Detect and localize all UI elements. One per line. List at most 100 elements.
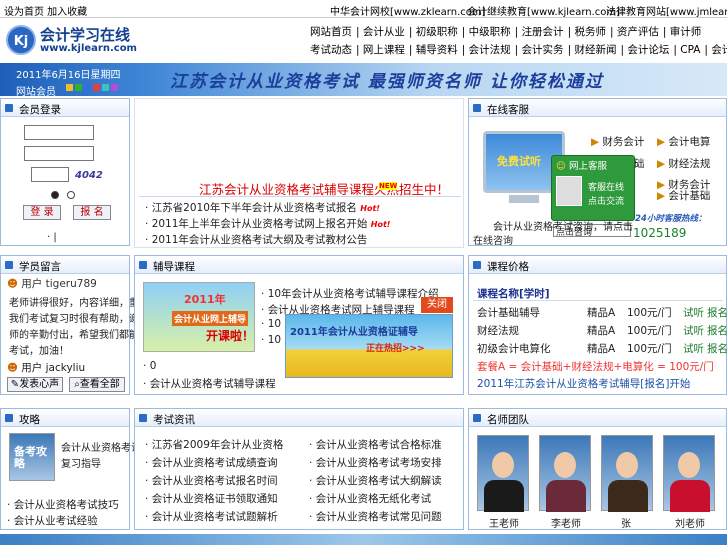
course-item[interactable]: · 10 bbox=[261, 318, 281, 330]
exam-item[interactable]: · 江苏省2009年会计从业资格 bbox=[145, 437, 283, 452]
exam-item[interactable]: · 会计从业资格考试考场安排 bbox=[309, 455, 442, 470]
exam-item[interactable]: · 会计从业资格考试合格标准 bbox=[309, 437, 442, 452]
site-logo-icon[interactable]: Kj bbox=[6, 25, 36, 55]
top-link-2[interactable]: 会计继续教育[www.kjlearn.com] bbox=[467, 3, 620, 18]
nav-item[interactable]: CPA bbox=[680, 44, 700, 56]
nav-item[interactable]: 税务师 bbox=[574, 26, 606, 38]
post-button[interactable]: ✎发表心声 bbox=[7, 377, 63, 392]
course-item[interactable]: · 0 bbox=[143, 360, 156, 372]
close-ad-button[interactable]: 关闭 bbox=[421, 297, 453, 313]
captcha-input[interactable] bbox=[31, 167, 69, 182]
tips-item[interactable]: · 会计从业资格考试技巧 bbox=[7, 497, 119, 512]
bullet-icon bbox=[473, 104, 481, 112]
news-item[interactable]: · 江苏省2010年下半年会计从业资格考试报名 Hot! bbox=[145, 200, 380, 215]
radio-option-2[interactable] bbox=[67, 191, 75, 199]
hotline-number: 1025189 bbox=[633, 226, 687, 240]
nav-item[interactable]: 会计电算 bbox=[711, 44, 727, 56]
theme-swatch-icon[interactable] bbox=[66, 84, 73, 91]
bullet-icon bbox=[5, 104, 13, 112]
panel-title: 考试资讯 bbox=[153, 414, 195, 426]
teacher-name[interactable]: 李老师 bbox=[551, 515, 581, 530]
bullet-icon bbox=[473, 414, 481, 422]
teacher-photo[interactable] bbox=[663, 435, 715, 512]
exam-item[interactable]: · 会计从业资格考试试题解析 bbox=[145, 509, 278, 524]
trial-link[interactable]: 试听 bbox=[683, 305, 704, 320]
exam-item[interactable]: · 会计从业资格考试常见问题 bbox=[309, 509, 442, 524]
nav-item[interactable]: 审计师 bbox=[670, 26, 702, 38]
main-nav-row2: 考试动态 | 网上课程 | 辅导资料 | 会计法规 | 会计实务 | 财经新闻 | 会计论坛… bbox=[310, 42, 727, 57]
teacher-name[interactable]: 张 bbox=[621, 515, 631, 530]
signup-link[interactable]: 报名 bbox=[707, 323, 727, 338]
price-footnote[interactable]: 2011年江苏会计从业资格考试辅导[报名]开始 bbox=[477, 376, 690, 391]
theme-swatch-icon[interactable] bbox=[75, 84, 82, 91]
nav-item[interactable]: 注册会计 bbox=[522, 26, 564, 38]
nav-item[interactable]: 会计法规 bbox=[469, 44, 511, 56]
signup-link[interactable]: 报名 bbox=[707, 341, 727, 356]
service-menu-item[interactable]: ▶ 会计电算 bbox=[657, 134, 710, 149]
theme-swatch-icon[interactable] bbox=[102, 84, 109, 91]
exam-item[interactable]: · 会计从业资格无纸化考试 bbox=[309, 491, 431, 506]
nav-item[interactable]: 初级职称 bbox=[416, 26, 458, 38]
forum-user[interactable]: ☻ 用户 jackyliu bbox=[7, 360, 85, 375]
nav-item[interactable]: 会计论坛 bbox=[627, 44, 669, 56]
exam-item[interactable]: · 会计从业资格考试报名时间 bbox=[145, 473, 278, 488]
nav-item[interactable]: 网上课程 bbox=[363, 44, 405, 56]
login-button[interactable]: 登 录 bbox=[23, 205, 61, 220]
chat-action[interactable]: 点击交流 bbox=[588, 194, 624, 207]
service-note2[interactable]: 在线咨询 bbox=[473, 232, 513, 247]
course-promo-image[interactable]: 2011年 会计从业网上辅导 开课啦！ bbox=[143, 282, 255, 352]
service-menu-item[interactable]: ▶ 财经法规 bbox=[657, 156, 710, 171]
course-item[interactable]: · 10年会计从业资格考试辅导课程介绍 bbox=[261, 286, 439, 301]
nav-item[interactable]: 会计从业 bbox=[363, 26, 405, 38]
exam-item[interactable]: · 会计从业资格证书领取通知 bbox=[145, 491, 278, 506]
exam-item[interactable]: · 会计从业资格考试大纲解读 bbox=[309, 473, 442, 488]
set-home-link[interactable]: 设为首页 加入收藏 bbox=[4, 3, 87, 18]
trial-text[interactable]: 免费试听 bbox=[497, 153, 541, 169]
news-item[interactable]: · 2011年会计从业资格考试大纲及考试教材公告 bbox=[145, 232, 367, 247]
nav-item[interactable]: 考试动态 bbox=[310, 44, 352, 56]
tips-image[interactable]: 备考攻略 bbox=[9, 433, 55, 481]
teacher-photo[interactable] bbox=[477, 435, 529, 512]
banner-slogan: 江苏会计从业资格考试 最强师资名师 让你轻松通过 bbox=[170, 72, 604, 92]
top-link-1[interactable]: 中华会计网校[www.zklearn.com] bbox=[330, 3, 486, 18]
signup-link[interactable]: 报名 bbox=[707, 305, 727, 320]
service-menu-item[interactable]: ▶ 财务会计 bbox=[591, 134, 644, 149]
new-badge: NEW bbox=[379, 182, 398, 190]
news-item[interactable]: · 2011年上半年会计从业资格考试网上报名开始 Hot! bbox=[145, 216, 390, 231]
trial-link[interactable]: 试听 bbox=[683, 323, 704, 338]
forum-user[interactable]: ☻ 用户 tigeru789 bbox=[7, 276, 97, 291]
member-login-link[interactable]: 网站会员 bbox=[16, 83, 56, 98]
tips-item[interactable]: · 会计从业考试经验 bbox=[7, 513, 98, 528]
view-all-button[interactable]: ⌕查看全部 bbox=[69, 377, 125, 392]
theme-swatch-icon[interactable] bbox=[111, 84, 118, 91]
password-input[interactable] bbox=[24, 146, 94, 161]
nav-item[interactable]: 辅导资料 bbox=[416, 44, 458, 56]
trial-link[interactable]: 试听 bbox=[683, 341, 704, 356]
service-menu-item[interactable]: ▶ 会计基础 bbox=[657, 188, 710, 203]
teacher-photo[interactable] bbox=[539, 435, 591, 512]
nav-item[interactable]: 网站首页 bbox=[310, 26, 352, 38]
username-input[interactable] bbox=[24, 125, 94, 140]
register-button[interactable]: 报 名 bbox=[73, 205, 111, 220]
nav-item[interactable]: 会计实务 bbox=[522, 44, 564, 56]
floating-ad[interactable]: 2011年会计从业资格证辅导 正在热招>>> bbox=[285, 314, 453, 378]
service-note: 会计从业资格考试咨询，请点击 bbox=[493, 222, 633, 233]
nav-item[interactable]: 中级职称 bbox=[469, 26, 511, 38]
top-link-3[interactable]: 法律教育网站[www.jmlearn.com] bbox=[606, 3, 727, 18]
teacher-photo[interactable] bbox=[601, 435, 653, 512]
price-table-header: 课程名称[学时] bbox=[477, 288, 550, 300]
course-panel: 辅导课程 2011年 会计从业网上辅导 开课啦！ · 10年会计从业资格考试辅导… bbox=[134, 255, 464, 395]
live-chat-widget[interactable]: ☺ 网上客服 客服在线 点击交流 bbox=[551, 155, 635, 221]
theme-swatch-icon[interactable] bbox=[93, 84, 100, 91]
pencil-icon: ✎ bbox=[10, 379, 20, 390]
course-item[interactable]: · 10 bbox=[261, 334, 281, 346]
nav-item[interactable]: 资产评估 bbox=[617, 26, 659, 38]
nav-item[interactable]: 财经新闻 bbox=[574, 44, 616, 56]
teacher-name[interactable]: 王老师 bbox=[489, 515, 519, 530]
panel-title: 在线客服 bbox=[487, 104, 529, 116]
course-item[interactable]: · 会计从业资格考试辅导课程 bbox=[143, 376, 276, 391]
teacher-name[interactable]: 刘老师 bbox=[675, 515, 705, 530]
radio-option-1[interactable] bbox=[51, 191, 59, 199]
exam-item[interactable]: · 会计从业资格考试成绩查询 bbox=[145, 455, 278, 470]
theme-swatch-icon[interactable] bbox=[84, 84, 91, 91]
